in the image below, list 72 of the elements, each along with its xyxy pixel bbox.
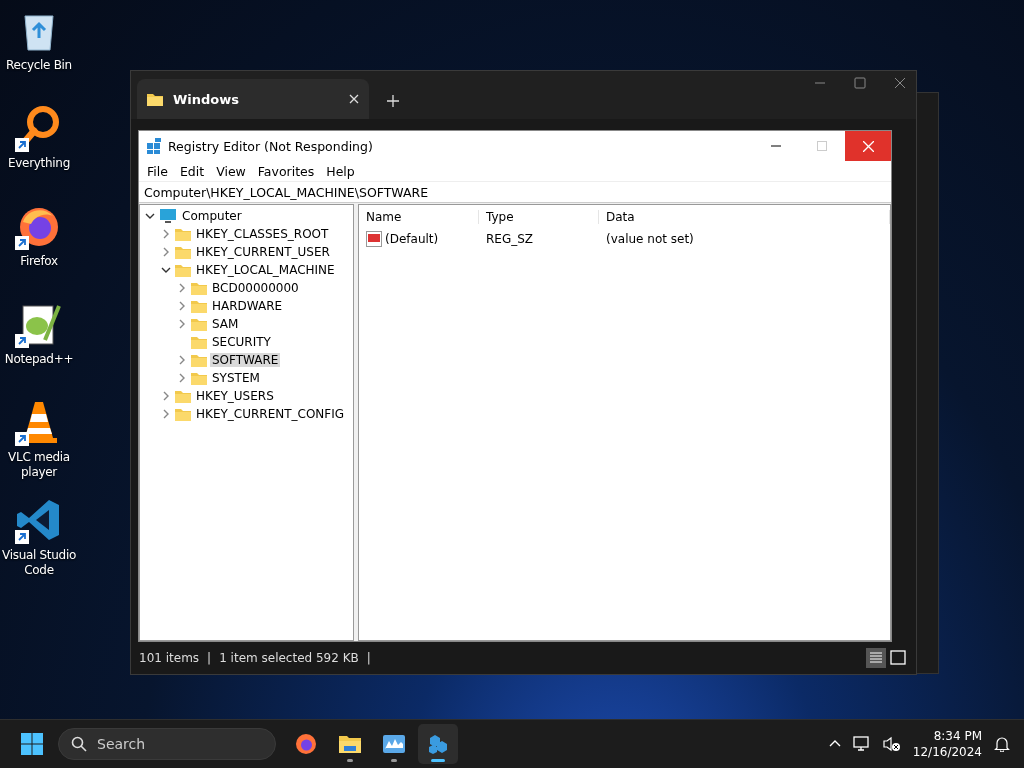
registry-cubes-icon — [146, 138, 162, 154]
explorer-tab[interactable]: Windows — [137, 79, 369, 119]
folder-icon — [175, 407, 191, 421]
menu-item[interactable]: Favorites — [251, 163, 321, 179]
menu-item[interactable]: Edit — [173, 163, 211, 179]
folder-icon — [191, 281, 207, 295]
close-icon[interactable] — [894, 77, 906, 89]
close-icon — [862, 140, 874, 152]
tree-item[interactable]: Computer — [180, 209, 244, 223]
folder-icon — [191, 317, 207, 331]
menu-item[interactable]: File — [141, 163, 174, 179]
desktop-icon-label[interactable]: Visual Studio Code — [0, 548, 78, 578]
tree-item[interactable]: HKEY_CURRENT_USER — [194, 245, 332, 259]
tree-item[interactable]: SOFTWARE — [210, 353, 281, 367]
status-text: 1 item selected 592 KB — [219, 651, 359, 665]
clock-time[interactable]: 8:34 PM — [933, 728, 982, 744]
menu-item[interactable]: Help — [320, 163, 361, 179]
network-icon[interactable] — [852, 736, 871, 752]
tree-item[interactable]: HARDWARE — [210, 299, 285, 313]
caret-icon[interactable] — [161, 265, 171, 275]
desktop-icon-label[interactable]: Recycle Bin — [6, 58, 72, 73]
tree-item[interactable]: SECURITY — [210, 335, 273, 349]
address-bar[interactable]: Computer\HKEY_LOCAL_MACHINE\SOFTWARE — [139, 181, 891, 203]
desktop-icon-label[interactable]: Notepad++ — [4, 352, 74, 367]
menu-item[interactable]: View — [210, 163, 252, 179]
folder-icon — [191, 371, 207, 385]
tree-item[interactable]: SYSTEM — [210, 371, 262, 385]
folder-icon — [175, 245, 191, 259]
status-text: | — [366, 651, 371, 665]
folder-icon — [175, 389, 191, 403]
desktop-icon-label[interactable]: VLC media player — [0, 450, 78, 480]
muted-speaker-icon[interactable] — [882, 736, 901, 752]
registry-cubes-icon[interactable] — [426, 732, 450, 756]
search-icon — [71, 736, 87, 752]
desktop-icon-label[interactable]: Firefox — [20, 254, 58, 269]
tree-item[interactable]: BCD00000000 — [210, 281, 301, 295]
value-type: REG_SZ — [485, 232, 535, 246]
column-header[interactable]: Name — [359, 210, 479, 224]
maximize-icon[interactable] — [854, 77, 866, 89]
tree-item[interactable]: HKEY_USERS — [194, 389, 276, 403]
task-manager-icon[interactable] — [382, 732, 406, 756]
tree-item[interactable]: HKEY_LOCAL_MACHINE — [194, 263, 337, 277]
clock-date[interactable]: 12/16/2024 — [912, 744, 982, 760]
string-value-icon — [366, 231, 382, 247]
bell-icon[interactable] — [994, 736, 1010, 752]
taskbar-app[interactable] — [418, 724, 458, 764]
tree-item[interactable]: HKEY_CURRENT_CONFIG — [194, 407, 347, 421]
caret-icon[interactable] — [145, 211, 155, 221]
window-title: Registry Editor (Not Responding) — [168, 138, 373, 154]
value-data: (value not set) — [605, 232, 695, 246]
folder-icon — [147, 92, 163, 106]
folder-icon — [175, 263, 191, 277]
folder-icon — [191, 335, 207, 349]
status-text: 101 items — [139, 651, 200, 665]
tree-item[interactable]: HKEY_CLASSES_ROOT — [194, 227, 331, 241]
tiles-view-icon[interactable] — [888, 648, 908, 668]
folder-icon — [191, 353, 207, 367]
tree-item[interactable]: SAM — [210, 317, 241, 331]
folder-icon — [191, 299, 207, 313]
status-text: | — [207, 651, 212, 665]
value-name[interactable]: (Default) — [385, 232, 439, 246]
folder-icon — [175, 227, 191, 241]
tab-title: Windows — [173, 91, 240, 107]
computer-icon — [159, 208, 177, 224]
new-tab-icon[interactable] — [387, 95, 399, 107]
column-header[interactable]: Type — [479, 210, 599, 224]
maximize-icon — [817, 141, 827, 151]
start-icon[interactable] — [20, 732, 44, 756]
firefox-icon[interactable] — [294, 732, 318, 756]
column-header[interactable]: Data — [599, 210, 890, 224]
desktop-icon-label[interactable]: Everything — [8, 156, 70, 171]
search-field[interactable]: Search — [58, 728, 276, 760]
